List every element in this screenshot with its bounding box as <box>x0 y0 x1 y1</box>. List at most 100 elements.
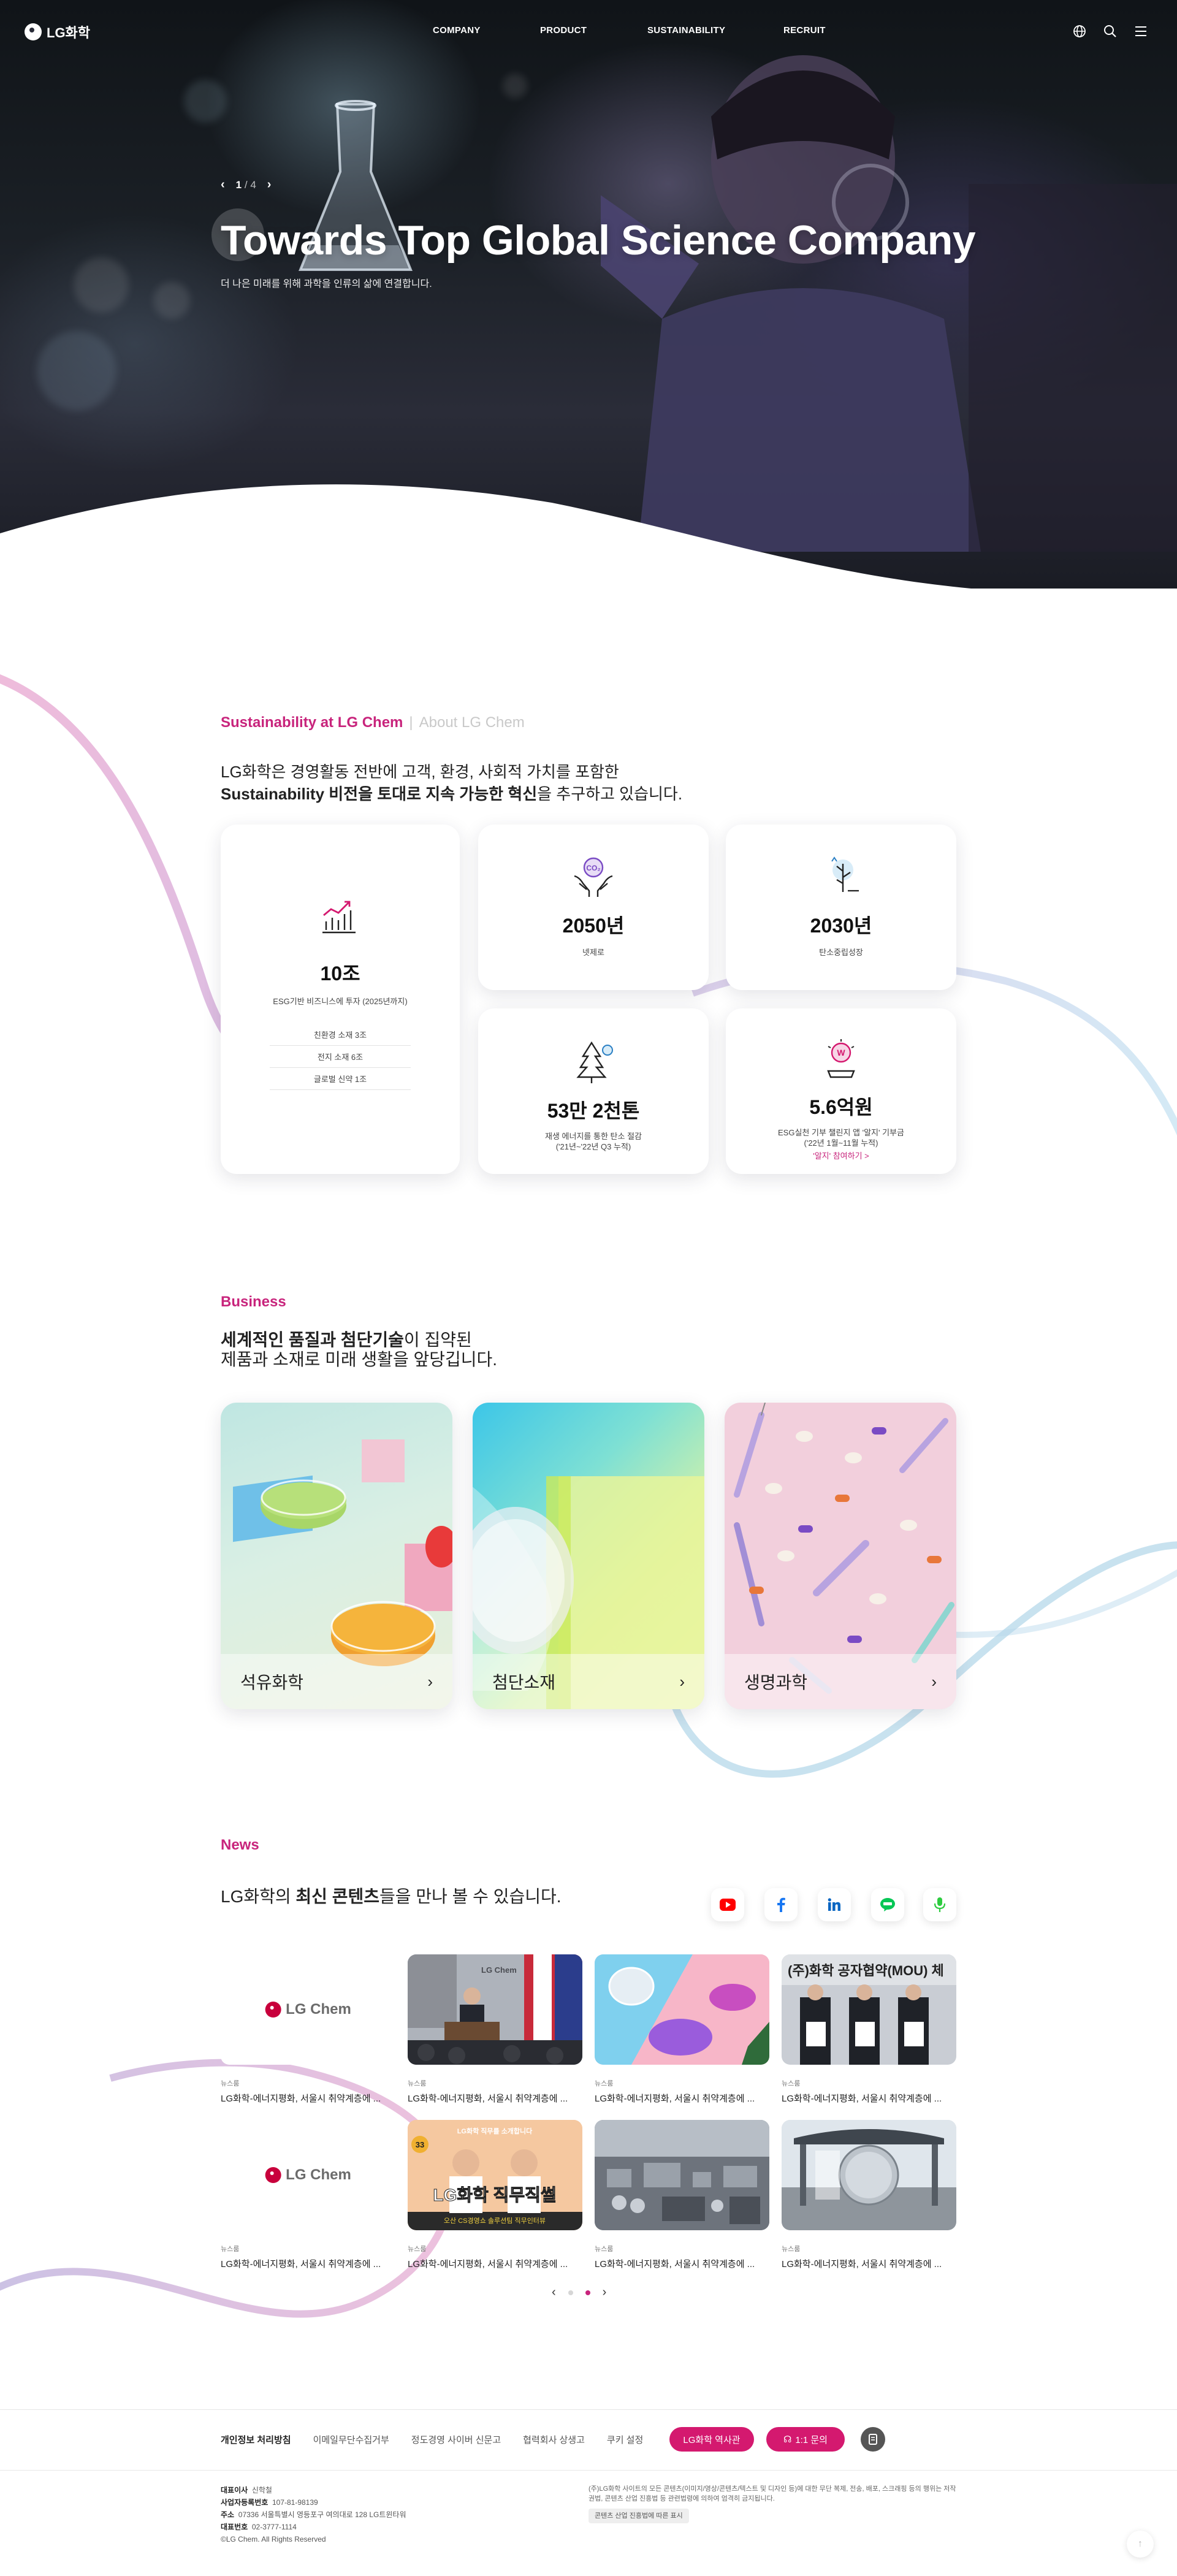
linkedin-icon[interactable] <box>818 1888 851 1921</box>
news-card[interactable]: LG Chem 뉴스룸 LG화학-에너지평화, 서울시 취약계층에 ... <box>408 1954 582 2105</box>
news-card[interactable]: 뉴스룸 LG화학-에너지평화, 서울시 취약계층에 ... <box>595 2120 769 2270</box>
ethics-link[interactable]: 정도경영 사이버 신문고 <box>411 2433 501 2446</box>
stat-desc-period: ('22년 1월~11월 누적) <box>804 1138 878 1148</box>
biz-label: 첨단소재 › <box>473 1654 704 1709</box>
card-petrochemicals[interactable]: 석유화학 › <box>221 1403 452 1709</box>
news-category: 뉴스룸 <box>595 2246 614 2253</box>
menu-recruit[interactable]: RECRUIT <box>783 25 857 36</box>
global-navigation: LG화학 COMPANY PRODUCT SUSTAINABILITY RECR… <box>0 0 1177 61</box>
news-card[interactable]: 뉴스룸 LG화학-에너지평화, 서울시 취약계층에 ... <box>595 1954 769 2105</box>
info-label: 사업자등록번호 <box>221 2498 269 2507</box>
tab-about[interactable]: About LG Chem <box>419 714 525 731</box>
stat-number: 2050년 <box>562 915 625 937</box>
thumb-caption: 오산 CS경영쇼 솔루션팀 직무인터뷰 <box>444 2217 546 2225</box>
news-category: 뉴스룸 <box>595 2080 614 2087</box>
news-card[interactable]: 33 LG화학 직무를 소개합니다 LG화학 직무직썰 오산 CS경영쇼 솔루션… <box>408 2120 582 2270</box>
inquiry-button[interactable]: ☊ 1:1 문의 <box>766 2427 845 2452</box>
alji-participate-link[interactable]: '알지' 참여하기 > <box>726 1149 956 1161</box>
privacy-policy-link[interactable]: 개인정보 처리방침 <box>221 2433 291 2446</box>
card-renewable-energy[interactable]: 53만 2천톤 재생 에너지를 통한 탄소 절감 ('21년~'22년 Q3 누… <box>478 1008 709 1174</box>
menu-product[interactable]: PRODUCT <box>540 25 647 36</box>
facebook-icon[interactable] <box>764 1888 798 1921</box>
chevron-right-icon[interactable]: › <box>603 2285 607 2300</box>
info-label: 주소 <box>221 2510 235 2519</box>
thumb-headline: (주)화학 공자협약(MOU) 체 <box>788 1963 944 1978</box>
history-museum-button[interactable]: LG화학 역사관 <box>669 2427 754 2452</box>
logo-text: LG Chem <box>286 2001 351 2018</box>
main-menu: COMPANY PRODUCT SUSTAINABILITY RECRUIT <box>433 25 857 36</box>
hero-wave-divider <box>0 484 1177 589</box>
biz-label: 석유화학 › <box>221 1654 452 1709</box>
card-advanced-materials[interactable]: 첨단소재 › <box>473 1403 704 1709</box>
thumb-logo-text: LG Chem <box>481 1965 517 1975</box>
investment-breakdown: 친환경 소재 3조 전지 소재 6조 글로벌 신약 1조 <box>270 1024 411 1090</box>
youtube-icon[interactable] <box>711 1888 744 1921</box>
inquiry-label: 1:1 문의 <box>795 2434 828 2445</box>
content-law-button[interactable]: 콘텐츠 산업 진흥법에 따른 표시 <box>588 2509 689 2523</box>
next-arrow-icon[interactable]: › <box>267 178 272 192</box>
biz-label-text: 생명과학 <box>744 1673 808 1692</box>
stat-desc: ESG실천 기부 챌린지 앱 '알지' 기부금 <box>778 1128 904 1137</box>
news-card[interactable]: 뉴스룸 LG화학-에너지평화, 서울시 취약계층에 ... <box>782 2120 956 2270</box>
prev-arrow-icon[interactable]: ‹ <box>221 178 225 192</box>
news-thumbnail <box>595 1954 769 2065</box>
card-donation[interactable]: W 5.6억원 ESG실천 기부 챌린지 앱 '알지' 기부금 ('22년 1월… <box>726 1008 956 1174</box>
header-utility-icons <box>1073 25 1148 38</box>
partner-link[interactable]: 협력회사 상생고 <box>523 2433 585 2446</box>
news-title: LG화학-에너지평화, 서울시 취약계층에 ... <box>221 2259 381 2269</box>
lg-chem-logo[interactable]: LG화학 <box>25 22 90 42</box>
stat-desc: 탄소중립성장 <box>819 948 863 957</box>
search-icon[interactable] <box>1103 25 1117 38</box>
info-label: 대표번호 <box>221 2523 248 2531</box>
footer-links-bar: 개인정보 처리방침 이메일무단수집거부 정도경영 사이버 신문고 협력회사 상생… <box>0 2409 1177 2471</box>
biz-label-text: 첨단소재 <box>492 1673 556 1692</box>
cookie-settings-link[interactable]: 쿠키 설정 <box>607 2433 643 2446</box>
chevron-right-icon: › <box>427 1672 433 1691</box>
sustainability-lead: LG화학은 경영활동 전반에 고객, 환경, 사회적 가치를 포함한 Susta… <box>221 761 956 805</box>
podcast-icon[interactable] <box>923 1888 956 1921</box>
business-lead: 세계적인 품질과 첨단기술이 집약된 제품과 소재로 미래 생활을 앞당깁니다. <box>221 1330 956 1370</box>
news-thumbnail <box>782 2120 956 2230</box>
copyright: ©LG Chem. All Rights Reserved <box>221 2535 326 2544</box>
chevron-right-icon: › <box>931 1672 937 1691</box>
bokeh-light <box>153 282 190 319</box>
press-conference-photo: LG Chem <box>408 1954 582 2065</box>
stat-number: 2030년 <box>810 915 872 937</box>
menu-icon[interactable] <box>1134 25 1148 38</box>
news-card[interactable]: LG Chem 뉴스룸 LG화학-에너지평화, 서울시 취약계층에 ... <box>221 1954 395 2105</box>
email-refusal-link[interactable]: 이메일무단수집거부 <box>313 2433 389 2446</box>
news-pagination: ‹ › <box>552 2285 606 2300</box>
menu-company[interactable]: COMPANY <box>433 25 540 36</box>
page-dot-active[interactable] <box>585 2290 590 2295</box>
news-card[interactable]: LG Chem 뉴스룸 LG화학-에너지평화, 서울시 취약계층에 ... <box>221 2120 395 2270</box>
copy-icon[interactable] <box>861 2427 885 2452</box>
hero-title: Towards Top Global Science Company <box>221 217 976 264</box>
news-thumbnail: LG Chem <box>408 1954 582 2065</box>
tab-sustainability[interactable]: Sustainability at LG Chem <box>221 714 403 731</box>
scroll-to-top-icon[interactable]: ↑ <box>1127 2531 1154 2558</box>
sustainability-tabs: Sustainability at LG Chem | About LG Chem <box>221 714 525 731</box>
news-title: LG화학-에너지평화, 서울시 취약계층에 ... <box>408 2094 568 2104</box>
hero-content: ‹ 1 / 4 › Towards Top Global Science Com… <box>221 178 976 290</box>
news-category: 뉴스룸 <box>782 2080 801 2087</box>
menu-sustainability[interactable]: SUSTAINABILITY <box>647 25 783 36</box>
card-carbon-neutral[interactable]: 2030년 탄소중립성장 <box>726 825 956 990</box>
mou-signing-photo: (주)화학 공자협약(MOU) 체 <box>782 1954 956 2065</box>
thumb-badge: 33 <box>416 2140 424 2149</box>
page-dot[interactable] <box>568 2290 573 2295</box>
globe-icon[interactable] <box>1073 25 1086 38</box>
factory-aerial-photo <box>595 2120 769 2230</box>
card-life-sciences[interactable]: 생명과학 › <box>725 1403 956 1709</box>
svg-text:CO₂: CO₂ <box>586 864 600 872</box>
line-icon[interactable] <box>871 1888 904 1921</box>
card-net-zero[interactable]: CO₂ 2050년 넷제로 <box>478 825 709 990</box>
news-card[interactable]: (주)화학 공자협약(MOU) 체 뉴스룸 LG화학-에너지평화, 서울시 취약… <box>782 1954 956 2105</box>
hero-banner <box>0 0 1177 589</box>
news-thumbnail: (주)화학 공자협약(MOU) 체 <box>782 1954 956 2065</box>
list-item: 글로벌 신약 1조 <box>270 1068 411 1090</box>
logo-text: LG Chem <box>286 2166 351 2183</box>
chevron-left-icon[interactable]: ‹ <box>552 2285 556 2300</box>
news-thumbnail: LG Chem <box>221 1954 395 2065</box>
thumb-headline: LG화학 직무직썰 <box>433 2185 556 2204</box>
card-esg-investment[interactable]: 10조 ESG기반 비즈니스에 투자 (2025년까지) 친환경 소재 3조 전… <box>221 825 460 1174</box>
